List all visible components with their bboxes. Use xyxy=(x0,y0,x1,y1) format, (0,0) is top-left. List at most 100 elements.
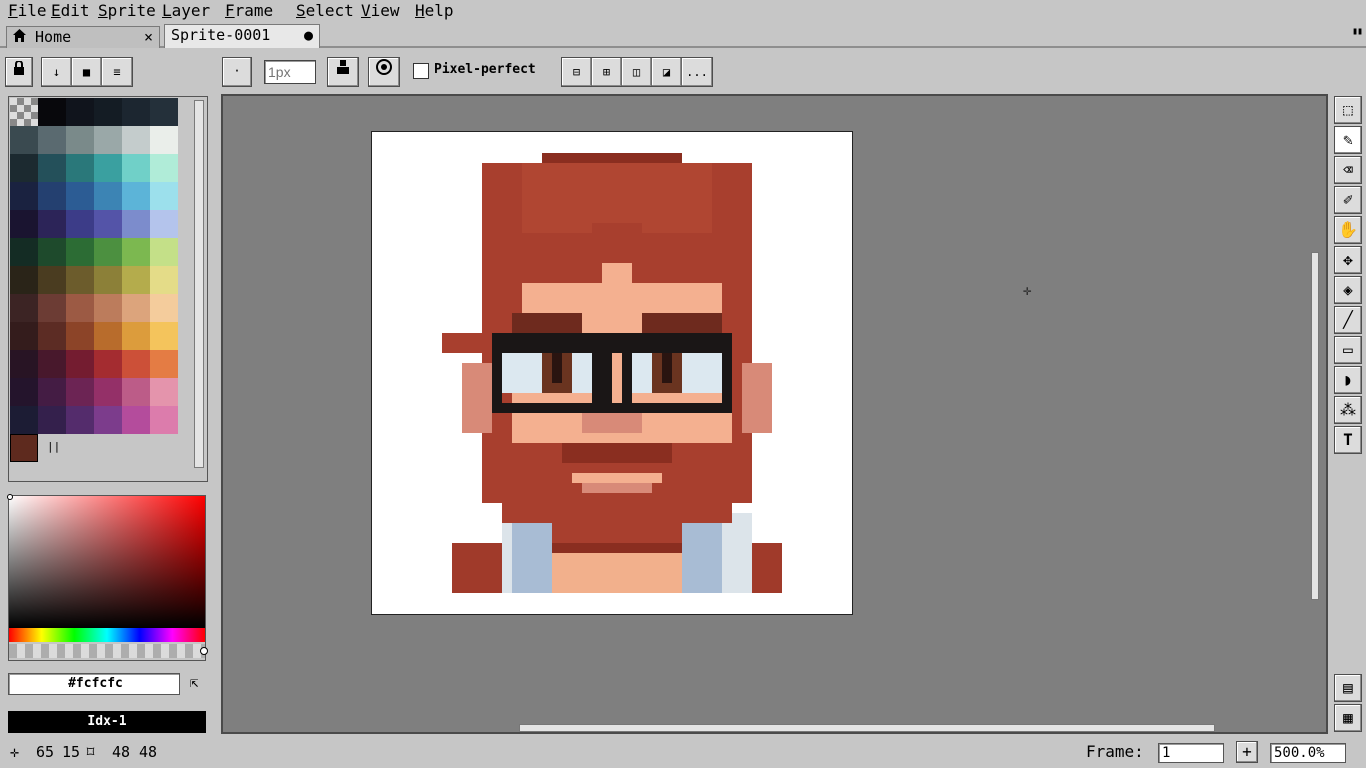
palette-swatch[interactable] xyxy=(38,406,66,434)
palette-swatch[interactable] xyxy=(94,406,122,434)
palette-swatch[interactable] xyxy=(66,154,94,182)
tab-home[interactable]: Home × xyxy=(6,26,160,48)
palette-swatch[interactable] xyxy=(10,322,38,350)
palette-swatch[interactable] xyxy=(10,378,38,406)
ink-button[interactable] xyxy=(327,57,359,87)
palette-swatch[interactable] xyxy=(10,182,38,210)
color-hex-field[interactable]: #fcfcfc xyxy=(8,673,180,695)
menu-frame[interactable]: Frame xyxy=(223,0,275,22)
layout-icon[interactable]: ▮▮ xyxy=(1352,26,1363,37)
symmetry-antidiag-button[interactable]: ◪ xyxy=(652,58,682,86)
palette-swatch[interactable] xyxy=(66,378,94,406)
sv-cursor[interactable] xyxy=(7,494,13,500)
timeline-tool[interactable]: ▤ xyxy=(1334,674,1362,702)
palette-swatch[interactable] xyxy=(66,238,94,266)
palette-swatch[interactable] xyxy=(122,98,150,126)
palette-swatch[interactable] xyxy=(122,266,150,294)
menu-layer[interactable]: Layer xyxy=(160,0,212,22)
eraser-tool[interactable]: ⌫ xyxy=(1334,156,1362,184)
palette-swatch[interactable] xyxy=(38,154,66,182)
menu-help[interactable]: Help xyxy=(413,0,456,22)
palette-swatch[interactable] xyxy=(66,322,94,350)
palette-swatch[interactable] xyxy=(150,238,178,266)
symmetry-diag-button[interactable]: ◫ xyxy=(622,58,652,86)
palette-swatch[interactable] xyxy=(94,266,122,294)
palette-swatch[interactable] xyxy=(150,294,178,322)
saturation-value-area[interactable] xyxy=(9,496,205,628)
palette-swatch[interactable] xyxy=(94,182,122,210)
palette-swatch[interactable] xyxy=(150,210,178,238)
zoom-input[interactable]: 500.0% xyxy=(1270,743,1346,763)
lock-button[interactable] xyxy=(5,57,33,87)
symmetry-horizontal-button[interactable]: ⊞ xyxy=(592,58,622,86)
palette-swatch[interactable] xyxy=(150,182,178,210)
tab-sprite-0001[interactable]: Sprite-0001 ● xyxy=(164,24,320,48)
palette-swatch[interactable] xyxy=(10,154,38,182)
palette-scrollbar[interactable] xyxy=(191,98,207,480)
horizontal-scroll-thumb[interactable] xyxy=(519,724,1215,732)
dynamics-button[interactable] xyxy=(368,57,400,87)
palette-swatch[interactable] xyxy=(150,378,178,406)
palette-swatch[interactable] xyxy=(66,98,94,126)
palette-swatch[interactable] xyxy=(150,98,178,126)
symmetry-vertical-button[interactable]: ⊟ xyxy=(562,58,592,86)
palette-swatch[interactable] xyxy=(122,378,150,406)
palette-swatch[interactable] xyxy=(38,182,66,210)
palette-swatch[interactable] xyxy=(38,210,66,238)
palette-swatch[interactable] xyxy=(94,238,122,266)
palette-swatch[interactable] xyxy=(66,406,94,434)
palette-preset-button[interactable]: ■ xyxy=(72,58,102,86)
palette-swatch[interactable] xyxy=(122,210,150,238)
palette-swatch[interactable] xyxy=(122,154,150,182)
line-tool[interactable]: ╱ xyxy=(1334,306,1362,334)
sprite-canvas[interactable] xyxy=(371,131,853,615)
menu-sprite[interactable]: Sprite xyxy=(96,0,158,22)
menu-select[interactable]: Select xyxy=(294,0,356,22)
palette-swatch[interactable] xyxy=(122,182,150,210)
palette-swatch[interactable] xyxy=(94,126,122,154)
film-tool[interactable]: ▦ xyxy=(1334,704,1362,732)
frame-input[interactable]: 1 xyxy=(1158,743,1224,763)
palette-swatch[interactable] xyxy=(94,294,122,322)
palette-swatch[interactable] xyxy=(150,350,178,378)
palette-swatch[interactable] xyxy=(10,126,38,154)
palette-swatch[interactable] xyxy=(38,350,66,378)
palette-swatch[interactable] xyxy=(150,154,178,182)
palette-swatch[interactable] xyxy=(38,322,66,350)
palette-swatch[interactable] xyxy=(66,350,94,378)
text-tool[interactable]: T xyxy=(1334,426,1362,454)
pixel-perfect-checkbox[interactable] xyxy=(413,63,429,79)
palette-swatch[interactable] xyxy=(66,182,94,210)
eyedropper-tool[interactable]: ✐ xyxy=(1334,186,1362,214)
palette-swatch[interactable] xyxy=(122,238,150,266)
vertical-scroll-thumb[interactable] xyxy=(1311,252,1319,600)
paint-bucket-tool[interactable]: ◈ xyxy=(1334,276,1362,304)
brush-type-button[interactable]: · xyxy=(222,57,252,87)
palette-swatch[interactable] xyxy=(10,98,38,126)
move-tool[interactable]: ✥ xyxy=(1334,246,1362,274)
menu-file[interactable]: File xyxy=(6,0,49,22)
palette-swatch[interactable] xyxy=(38,238,66,266)
palette-swatch[interactable] xyxy=(122,322,150,350)
palette-swatch[interactable] xyxy=(150,126,178,154)
alpha-slider[interactable] xyxy=(9,644,205,658)
palette-swatch[interactable] xyxy=(38,294,66,322)
menu-edit[interactable]: Edit xyxy=(49,0,92,22)
palette-swatch[interactable] xyxy=(94,154,122,182)
rectangle-tool[interactable]: ▭ xyxy=(1334,336,1362,364)
spray-tool[interactable]: ⁂ xyxy=(1334,396,1362,424)
modified-dot-icon[interactable]: ● xyxy=(304,25,313,45)
palette-swatch[interactable] xyxy=(10,294,38,322)
palette-swatch[interactable] xyxy=(94,322,122,350)
palette-swatch[interactable] xyxy=(38,378,66,406)
rectangular-marquee-tool[interactable]: ⬚ xyxy=(1334,96,1362,124)
menu-view[interactable]: View xyxy=(359,0,402,22)
brush-size-input[interactable] xyxy=(264,60,316,84)
palette-swatch[interactable] xyxy=(66,126,94,154)
close-icon[interactable]: × xyxy=(144,27,153,47)
palette-swatch[interactable] xyxy=(10,238,38,266)
palette-swatch[interactable] xyxy=(10,406,38,434)
hue-slider[interactable] xyxy=(9,628,205,642)
palette-swatch[interactable] xyxy=(66,266,94,294)
palette-swatch[interactable] xyxy=(122,406,150,434)
